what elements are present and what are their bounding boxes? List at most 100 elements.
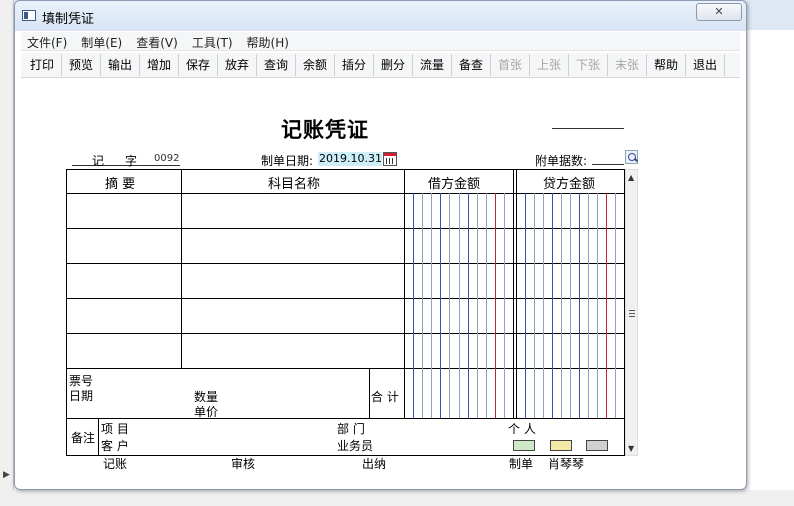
credit-digit-line <box>534 193 535 418</box>
row-divider <box>67 333 624 334</box>
toolbar-button-5[interactable]: 放弃 <box>218 54 257 76</box>
credit-digit-line <box>561 193 562 418</box>
menu-tools[interactable]: 工具(T) <box>192 32 233 53</box>
project-label: 项 目 <box>101 422 129 436</box>
total-box-divider <box>369 368 370 418</box>
credit-digit-line <box>615 193 616 418</box>
scroll-down-icon[interactable]: ▼ <box>628 444 634 453</box>
cashier-label: 出纳 <box>362 457 387 471</box>
entry-cell-summary[interactable] <box>67 264 181 298</box>
pen-icon[interactable] <box>586 440 608 451</box>
credit-digit-line <box>543 193 544 418</box>
voucher-type-field[interactable]: 记 字 0092 <box>72 152 180 168</box>
remark-label-divider <box>98 418 99 456</box>
date-input[interactable]: 2019.10.31 <box>318 152 382 166</box>
credit-digit-line <box>588 193 589 418</box>
voucher-number: 0092 <box>154 153 180 164</box>
maker-label: 制单 <box>509 457 534 471</box>
header-credit: 贷方金额 <box>543 177 596 192</box>
entry-cell-account[interactable] <box>182 264 404 298</box>
toolbar-button-16[interactable]: 帮助 <box>647 54 686 76</box>
toolbar-button-14[interactable]: 下张 <box>569 54 608 76</box>
calculator-icon[interactable] <box>550 440 572 451</box>
attachment-label: 附单据数: <box>535 154 588 168</box>
header-divider <box>67 193 624 194</box>
vertical-scrollbar[interactable]: ▲ ▼ <box>625 169 638 456</box>
toolbar-button-10[interactable]: 流量 <box>413 54 452 76</box>
entry-cell-summary[interactable] <box>67 334 181 368</box>
toolbar-button-13[interactable]: 上张 <box>530 54 569 76</box>
remark-label: 备注 <box>71 431 96 445</box>
attachment-count-input[interactable] <box>592 151 624 165</box>
entry-cell-summary[interactable] <box>67 194 181 228</box>
debit-digit-line <box>431 193 433 418</box>
entry-cell-summary[interactable] <box>67 299 181 333</box>
menu-view[interactable]: 查看(V) <box>136 32 178 53</box>
credit-digit-line <box>552 193 553 418</box>
toolbar-button-6[interactable]: 查询 <box>257 54 296 76</box>
entry-cell-account[interactable] <box>182 299 404 333</box>
debit-digit-line <box>440 193 442 418</box>
toolbar-button-15[interactable]: 末张 <box>608 54 647 76</box>
debit-digit-line <box>485 193 487 418</box>
close-button[interactable]: ✕ <box>696 3 742 21</box>
column-divider-account <box>404 170 405 418</box>
card-icon[interactable] <box>513 440 535 451</box>
toolbar-button-12[interactable]: 首张 <box>491 54 530 76</box>
audit-label: 审核 <box>231 457 256 471</box>
header-summary: 摘 要 <box>105 177 136 192</box>
title-bar: 填制凭证 ✕ <box>15 1 746 31</box>
menu-help[interactable]: 帮助(H) <box>247 32 289 53</box>
background-app-sidebar: ▶ <box>0 0 14 506</box>
debit-digit-line <box>494 193 496 418</box>
column-divider-credit <box>516 170 517 418</box>
menu-bar: 文件(F) 制单(E) 查看(V) 工具(T) 帮助(H) <box>21 32 740 51</box>
toolbar-button-7[interactable]: 余额 <box>296 54 335 76</box>
credit-digit-line <box>597 193 598 418</box>
column-divider-debit <box>513 170 514 418</box>
credit-digit-line <box>606 193 607 418</box>
debit-digit-line <box>476 193 478 418</box>
voucher-type-word: 记 <box>92 154 105 168</box>
toolbar-button-2[interactable]: 输出 <box>101 54 140 76</box>
credit-digit-line <box>570 193 571 418</box>
customer-label: 客 户 <box>101 439 129 453</box>
toolbar-button-8[interactable]: 插分 <box>335 54 374 76</box>
row-divider <box>67 263 624 264</box>
remark-divider <box>67 418 624 419</box>
entry-cell-account[interactable] <box>182 194 404 228</box>
toolbar-button-17[interactable]: 退出 <box>686 54 725 76</box>
row-divider <box>67 368 624 369</box>
bookkeep-label: 记账 <box>103 457 128 471</box>
toolbar-button-3[interactable]: 增加 <box>140 54 179 76</box>
entry-cell-account[interactable] <box>182 334 404 368</box>
toolbar-button-1[interactable]: 预览 <box>62 54 101 76</box>
toolbar-button-4[interactable]: 保存 <box>179 54 218 76</box>
calendar-icon[interactable] <box>383 152 397 166</box>
scroll-grip-icon[interactable] <box>629 310 635 317</box>
toolbar-button-9[interactable]: 删分 <box>374 54 413 76</box>
toolbar-button-0[interactable]: 打印 <box>23 54 62 76</box>
credit-digit-line <box>579 193 580 418</box>
credit-digit-line <box>525 193 526 418</box>
search-icon[interactable] <box>625 150 638 164</box>
menu-file[interactable]: 文件(F) <box>27 32 67 53</box>
toolbar-button-11[interactable]: 备查 <box>452 54 491 76</box>
title-underline <box>552 128 624 129</box>
entry-cell-summary[interactable] <box>67 229 181 263</box>
debit-digit-line <box>503 193 505 418</box>
person-label: 个 人 <box>508 422 536 436</box>
date-label: 制单日期: <box>261 154 314 168</box>
ticket-date-label: 日期 <box>69 389 94 403</box>
debit-digit-line <box>449 193 451 418</box>
debit-digit-line <box>413 193 415 418</box>
debit-digit-line <box>458 193 460 418</box>
scroll-up-icon[interactable]: ▲ <box>628 173 634 182</box>
menu-make[interactable]: 制单(E) <box>81 32 122 53</box>
header-account: 科目名称 <box>268 177 321 192</box>
debit-digit-line <box>422 193 424 418</box>
debit-digit-line <box>467 193 469 418</box>
expand-arrow-icon[interactable]: ▶ <box>3 470 10 480</box>
row-divider <box>67 228 624 229</box>
entry-cell-account[interactable] <box>182 229 404 263</box>
